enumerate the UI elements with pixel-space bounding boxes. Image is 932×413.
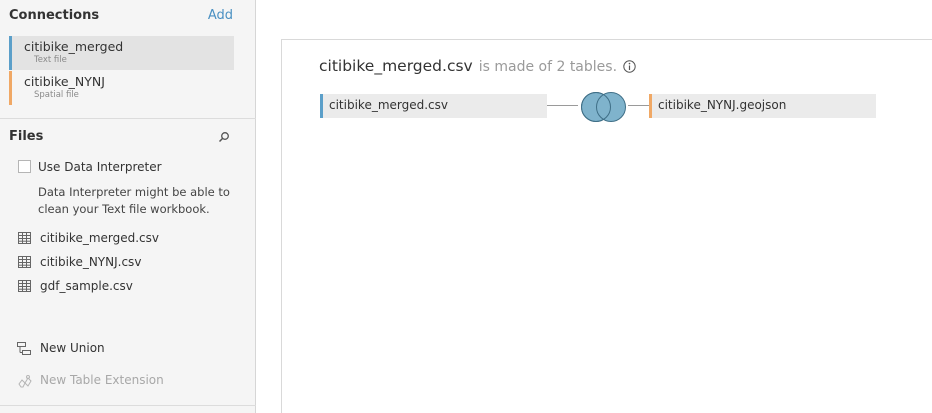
table-extension-icon — [18, 375, 32, 388]
file-name: gdf_sample.csv — [40, 279, 133, 293]
connection-name: citibike_merged — [24, 39, 124, 54]
join-connector-left — [547, 105, 578, 106]
add-connection-link[interactable]: Add — [208, 8, 233, 23]
connection-item-citibike-nynj[interactable]: citibike_NYNJ Spatial file — [9, 71, 234, 105]
connection-type: Spatial file — [34, 90, 79, 100]
sidebar-divider — [0, 405, 256, 406]
file-item-gdf-sample[interactable]: gdf_sample.csv — [18, 278, 238, 296]
new-union-button[interactable]: New Union — [17, 340, 237, 358]
table-icon — [18, 256, 31, 268]
info-icon[interactable] — [623, 60, 636, 73]
left-table[interactable]: citibike_merged.csv — [320, 94, 547, 118]
table-icon — [18, 232, 31, 244]
canvas-title: citibike_merged.csv is made of 2 tables. — [319, 56, 636, 75]
new-union-label: New Union — [40, 341, 105, 355]
file-name: citibike_NYNJ.csv — [40, 255, 142, 269]
use-data-interpreter-label: Use Data Interpreter — [38, 160, 162, 174]
data-source-name[interactable]: citibike_merged.csv — [319, 57, 473, 75]
new-table-extension-label: New Table Extension — [40, 373, 164, 387]
file-item-citibike-nynj[interactable]: citibike_NYNJ.csv — [18, 254, 238, 272]
files-header: Files — [9, 129, 44, 144]
data-interpreter-description: Data Interpreter might be able to clean … — [38, 185, 230, 216]
table-icon — [18, 280, 31, 292]
sidebar-divider — [0, 118, 256, 119]
connection-item-citibike-merged[interactable]: citibike_merged Text file — [9, 36, 234, 70]
inner-join-icon[interactable] — [578, 91, 630, 123]
connection-type: Text file — [34, 55, 67, 65]
search-icon[interactable] — [218, 131, 230, 143]
join-connector-right — [628, 105, 649, 106]
new-table-extension-button[interactable]: New Table Extension — [17, 372, 237, 390]
right-table[interactable]: citibike_NYNJ.geojson — [649, 94, 876, 118]
file-name: citibike_merged.csv — [40, 231, 160, 245]
tables-count-text: is made of 2 tables. — [478, 59, 618, 75]
connections-header: Connections — [9, 8, 100, 23]
use-data-interpreter-checkbox[interactable] — [18, 160, 31, 173]
file-item-citibike-merged[interactable]: citibike_merged.csv — [18, 230, 238, 248]
union-icon — [17, 342, 31, 355]
join-canvas: citibike_merged.csv is made of 2 tables. … — [281, 39, 932, 413]
data-source-sidebar: Connections Add citibike_merged Text fil… — [0, 0, 256, 413]
connection-name: citibike_NYNJ — [24, 74, 105, 89]
